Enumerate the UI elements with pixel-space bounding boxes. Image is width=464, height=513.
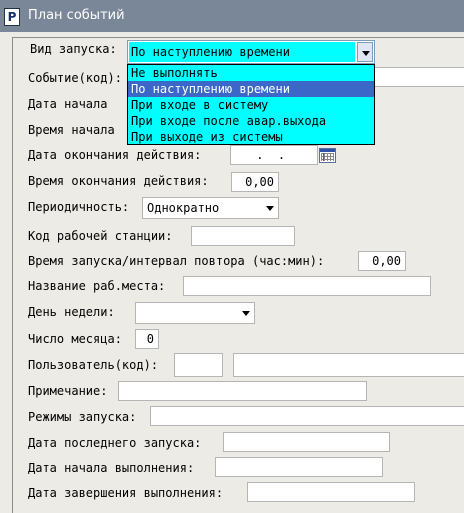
launch-type-value: По наступлению времени bbox=[129, 42, 355, 62]
launch-type-combo[interactable]: По наступлению времени bbox=[127, 40, 375, 64]
note-label: Примечание: bbox=[28, 384, 108, 398]
end-time-label: Время окончания действия: bbox=[28, 174, 209, 188]
launch-type-label: Вид запуска: bbox=[30, 42, 117, 56]
event-code-label: Событие(код): bbox=[28, 71, 122, 85]
calendar-icon[interactable] bbox=[319, 148, 336, 163]
last-launch-label: Дата последнего запуска: bbox=[28, 436, 202, 450]
workplace-name-label: Название раб.места: bbox=[28, 279, 166, 293]
launch-modes-input[interactable] bbox=[150, 406, 464, 426]
app-icon: P bbox=[4, 8, 20, 26]
launch-modes-label: Режимы запуска: bbox=[28, 410, 137, 424]
last-launch-input[interactable] bbox=[223, 432, 390, 452]
option-no-run[interactable]: Не выполнять bbox=[128, 65, 374, 81]
user-code-input[interactable] bbox=[174, 353, 223, 377]
workstation-code-label: Код рабочей станции: bbox=[28, 229, 173, 243]
periodicity-value: Однократно bbox=[147, 201, 220, 215]
workplace-name-input[interactable] bbox=[183, 276, 431, 296]
start-time-label: Время начала bbox=[28, 123, 115, 137]
weekday-label: День недели: bbox=[28, 305, 115, 319]
interval-label: Время запуска/интервал повтора (час:мин)… bbox=[28, 254, 325, 268]
launch-type-options[interactable]: Не выполнять По наступлению времени При … bbox=[127, 64, 375, 145]
exec-end-input[interactable] bbox=[247, 482, 415, 502]
event-code-input[interactable] bbox=[360, 67, 464, 87]
month-day-label: Число месяца: bbox=[28, 332, 122, 346]
weekday-combo[interactable] bbox=[135, 302, 255, 324]
workstation-code-input[interactable] bbox=[191, 226, 295, 246]
user-name-field[interactable] bbox=[233, 353, 464, 377]
exec-start-label: Дата начала выполнения: bbox=[28, 461, 195, 475]
title-bar: P План событий bbox=[0, 0, 464, 32]
start-date-label: Дата начала bbox=[28, 97, 108, 111]
chevron-down-icon bbox=[242, 311, 250, 316]
user-code-label: Пользователь(код): bbox=[28, 358, 159, 372]
option-on-login[interactable]: При входе в систему bbox=[128, 97, 374, 113]
option-on-logout[interactable]: При выходе из системы bbox=[128, 129, 374, 145]
interval-input[interactable]: 0,00 bbox=[358, 251, 406, 271]
chevron-down-icon bbox=[266, 206, 274, 211]
month-day-input[interactable]: 0 bbox=[135, 329, 159, 349]
end-date-input[interactable]: . . bbox=[230, 145, 318, 165]
note-input[interactable] bbox=[118, 381, 367, 401]
exec-end-label: Дата завершения выполнения: bbox=[28, 486, 224, 500]
chevron-down-icon bbox=[362, 51, 370, 56]
window-title: План событий bbox=[28, 8, 125, 23]
periodicity-combo[interactable]: Однократно bbox=[142, 197, 279, 219]
periodicity-label: Периодичность: bbox=[28, 200, 130, 214]
end-time-input[interactable]: 0,00 bbox=[231, 172, 279, 192]
option-on-time[interactable]: По наступлению времени bbox=[128, 81, 374, 97]
option-after-crash[interactable]: При входе после авар.выхода bbox=[128, 113, 374, 129]
end-date-label: Дата окончания действия: bbox=[28, 148, 202, 162]
launch-type-dropdown-button[interactable] bbox=[357, 42, 373, 62]
exec-start-input[interactable] bbox=[215, 457, 383, 477]
